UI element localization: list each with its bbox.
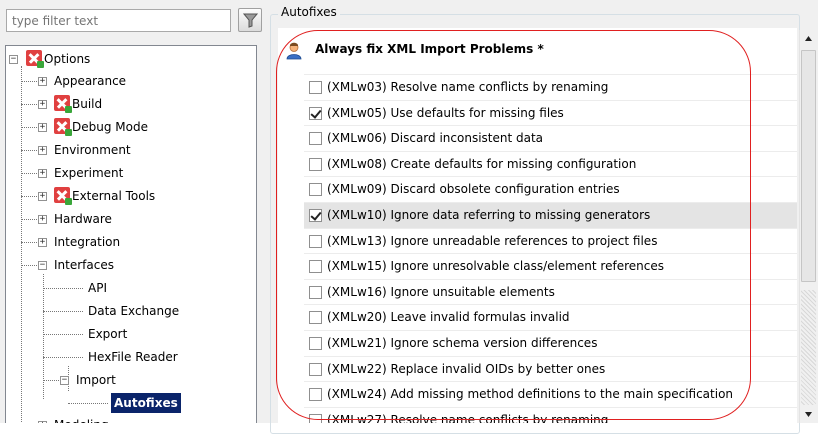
tree-node-label: Options bbox=[44, 52, 91, 66]
autofix-label: (XMLw22) Replace invalid OIDs by better … bbox=[327, 361, 606, 376]
autofix-label: (XMLw09) Discard obsolete configuration … bbox=[327, 182, 620, 197]
autofix-item[interactable]: (XMLw10) Ignore data referring to missin… bbox=[304, 201, 797, 228]
autofix-label: (XMLw05) Use defaults for missing files bbox=[327, 105, 564, 120]
expand-icon[interactable]: + bbox=[38, 77, 47, 86]
debug-error-icon bbox=[54, 118, 72, 136]
vertical-scrollbar[interactable] bbox=[799, 30, 817, 423]
autofix-label: (XMLw10) Ignore data referring to missin… bbox=[327, 207, 651, 222]
tree-node-label: Modeling bbox=[54, 415, 109, 423]
autofix-item[interactable]: (XMLw22) Replace invalid OIDs by better … bbox=[304, 355, 797, 382]
options-icon bbox=[26, 50, 44, 68]
tree-node-label: Autofixes bbox=[111, 393, 181, 413]
filter-input[interactable] bbox=[6, 9, 231, 32]
autofix-label: (XMLw15) Ignore unresolvable class/eleme… bbox=[327, 259, 664, 274]
tree-node-label: Environment bbox=[54, 143, 131, 157]
autofix-checkbox[interactable] bbox=[309, 106, 322, 120]
scroll-track[interactable] bbox=[801, 290, 816, 405]
autofix-label: (XMLw16) Ignore unsuitable elements bbox=[327, 284, 555, 299]
autofix-checkbox[interactable] bbox=[309, 157, 322, 171]
build-error-icon bbox=[54, 95, 72, 113]
autofix-list: (XMLw03) Resolve name conflicts by renam… bbox=[304, 74, 797, 423]
tree-node-label: Experiment bbox=[54, 166, 124, 180]
tree-node-label: Interfaces bbox=[54, 258, 114, 272]
autofix-checkbox[interactable] bbox=[309, 336, 322, 350]
autofix-checkbox[interactable] bbox=[309, 81, 322, 94]
autofix-label: (XMLw03) Resolve name conflicts by renam… bbox=[327, 80, 609, 94]
expand-icon[interactable]: + bbox=[38, 192, 47, 201]
options-tree[interactable]: − Options + Appearance + Build + Debug M… bbox=[5, 45, 257, 423]
autofix-checkbox[interactable] bbox=[309, 362, 322, 376]
tree-node-label: HexFile Reader bbox=[88, 350, 178, 364]
scroll-up-icon bbox=[805, 36, 812, 41]
clear-filter-button[interactable] bbox=[238, 8, 262, 32]
scroll-thumb[interactable] bbox=[801, 50, 816, 282]
autofix-item[interactable]: (XMLw09) Discard obsolete configuration … bbox=[304, 176, 797, 202]
navigation-pane: − Options + Appearance + Build + Debug M… bbox=[0, 0, 262, 423]
tree-node-label: External Tools bbox=[72, 189, 156, 203]
autofix-item[interactable]: (XMLw13) Ignore unreadable references to… bbox=[304, 227, 797, 254]
collapse-icon[interactable]: − bbox=[60, 376, 69, 385]
autofix-checkbox[interactable] bbox=[309, 260, 322, 274]
external-tools-error-icon bbox=[54, 187, 72, 205]
scroll-up-button[interactable] bbox=[800, 30, 817, 47]
autofix-checkbox[interactable] bbox=[309, 234, 322, 248]
autofix-item[interactable]: (XMLw24) Add missing method definitions … bbox=[304, 381, 797, 407]
autofix-item[interactable]: (XMLw16) Ignore unsuitable elements bbox=[304, 278, 797, 305]
autofixes-content: Always fix XML Import Problems * (XMLw03… bbox=[278, 28, 797, 423]
filter-icon bbox=[243, 13, 258, 28]
expand-icon[interactable]: + bbox=[38, 169, 47, 178]
tree-node-label: Appearance bbox=[54, 74, 127, 88]
tree-node-label: Debug Mode bbox=[72, 120, 148, 134]
expand-icon[interactable]: + bbox=[38, 123, 47, 132]
autofix-label: (XMLw13) Ignore unreadable references to… bbox=[327, 233, 658, 248]
autofix-item[interactable]: (XMLw15) Ignore unresolvable class/eleme… bbox=[304, 253, 797, 279]
scroll-down-icon bbox=[805, 412, 812, 417]
section-title: Always fix XML Import Problems * bbox=[315, 42, 544, 56]
autofix-checkbox[interactable] bbox=[309, 132, 322, 146]
collapse-icon[interactable]: − bbox=[38, 261, 47, 270]
autofix-checkbox[interactable] bbox=[309, 388, 322, 402]
expand-icon[interactable]: + bbox=[38, 100, 47, 109]
tree-node-label: Hardware bbox=[54, 212, 112, 226]
autofix-item[interactable]: (XMLw21) Ignore schema version differenc… bbox=[304, 329, 797, 356]
autofix-item[interactable]: (XMLw08) Create defaults for missing con… bbox=[304, 150, 797, 177]
group-title: Autofixes bbox=[278, 5, 340, 19]
user-icon bbox=[286, 42, 302, 60]
tree-node-label: Data Exchange bbox=[88, 304, 180, 318]
expand-icon[interactable]: + bbox=[38, 146, 47, 155]
autofix-item[interactable]: (XMLw06) Discard inconsistent data bbox=[304, 125, 797, 151]
tree-connector bbox=[21, 66, 22, 423]
tree-node-label: Export bbox=[88, 327, 128, 341]
autofix-item[interactable]: (XMLw27) Resolve name conflicts by renam… bbox=[304, 406, 797, 423]
autofix-label: (XMLw08) Create defaults for missing con… bbox=[327, 156, 637, 171]
autofix-checkbox[interactable] bbox=[309, 285, 322, 299]
expand-icon[interactable]: + bbox=[38, 238, 47, 247]
autofix-checkbox[interactable] bbox=[309, 413, 322, 423]
autofix-checkbox[interactable] bbox=[309, 311, 322, 325]
scroll-down-button[interactable] bbox=[800, 406, 817, 423]
tree-node-label: Build bbox=[72, 97, 103, 111]
autofix-checkbox[interactable] bbox=[309, 208, 322, 222]
autofix-item[interactable]: (XMLw03) Resolve name conflicts by renam… bbox=[304, 74, 797, 100]
tree-node-label: Import bbox=[76, 373, 116, 387]
autofix-label: (XMLw24) Add missing method definitions … bbox=[327, 387, 734, 402]
settings-pane: Autofixes Always fix XML Import Problems… bbox=[268, 0, 818, 434]
expand-icon[interactable]: + bbox=[38, 215, 47, 224]
tree-node-label: API bbox=[88, 281, 107, 295]
autofix-label: (XMLw27) Resolve name conflicts by renam… bbox=[327, 412, 609, 423]
autofix-checkbox[interactable] bbox=[309, 183, 322, 197]
collapse-icon[interactable]: − bbox=[9, 55, 18, 64]
autofix-label: (XMLw20) Leave invalid formulas invalid bbox=[327, 310, 570, 325]
autofix-label: (XMLw21) Ignore schema version differenc… bbox=[327, 335, 598, 350]
autofix-label: (XMLw06) Discard inconsistent data bbox=[327, 131, 544, 146]
autofix-item[interactable]: (XMLw05) Use defaults for missing files bbox=[304, 99, 797, 126]
autofix-item[interactable]: (XMLw20) Leave invalid formulas invalid bbox=[304, 304, 797, 330]
tree-node-label: Integration bbox=[54, 235, 121, 249]
